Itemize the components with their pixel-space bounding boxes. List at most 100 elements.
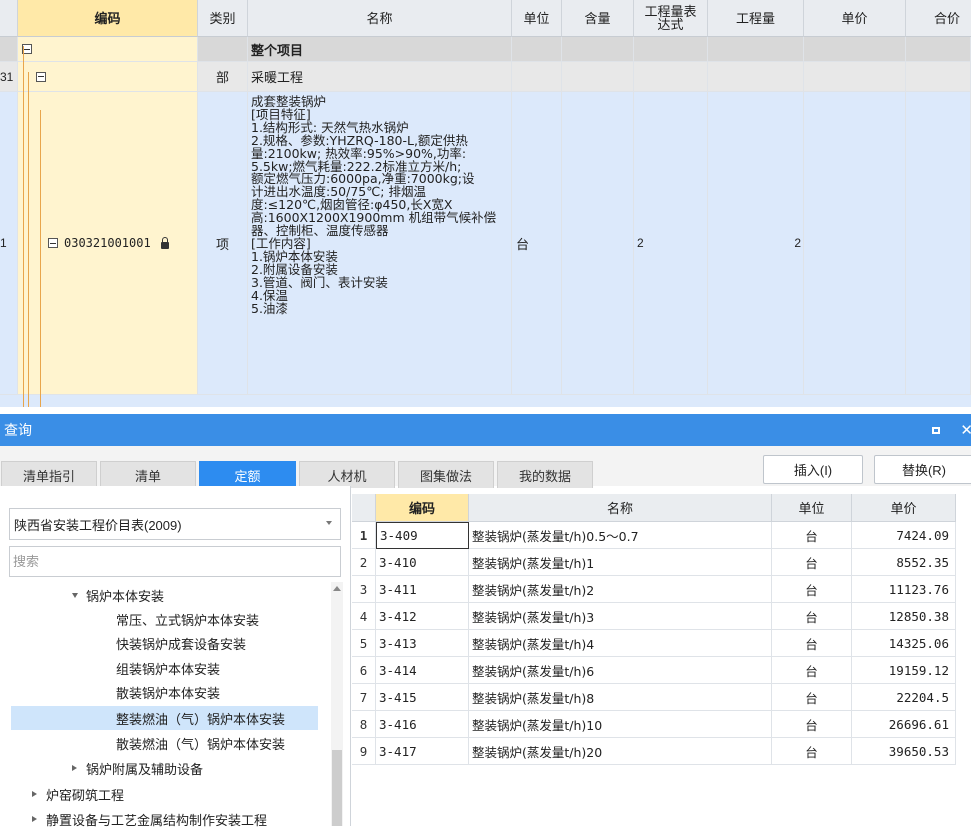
item-code-cell[interactable]: 030321001001 bbox=[18, 92, 198, 395]
collapse-toggle-icon[interactable] bbox=[36, 71, 46, 82]
header-qty-expression[interactable]: 工程量表 达式 bbox=[634, 0, 708, 37]
expand-arrow-icon[interactable] bbox=[72, 765, 77, 771]
tree-node[interactable]: 快装锅炉成套设备安装 bbox=[116, 631, 246, 655]
quota-name-cell[interactable]: 整装锅炉(蒸发量t/h)10 bbox=[469, 711, 772, 738]
item-total-cell[interactable] bbox=[906, 92, 971, 395]
quota-code-cell[interactable]: 3-410 bbox=[376, 549, 469, 576]
quota-price-cell[interactable]: 14325.06 bbox=[852, 630, 956, 657]
quota-unit-cell[interactable]: 台 bbox=[772, 711, 852, 738]
expand-arrow-icon[interactable] bbox=[32, 816, 37, 822]
project-total-cell[interactable] bbox=[906, 37, 971, 62]
next-row-partial[interactable] bbox=[0, 395, 971, 407]
quota-name-cell[interactable]: 整装锅炉(蒸发量t/h)20 bbox=[469, 738, 772, 765]
quota-price-cell[interactable]: 39650.53 bbox=[852, 738, 956, 765]
library-select[interactable]: 陕西省安装工程价目表(2009) bbox=[9, 508, 341, 540]
project-quantity-cell[interactable] bbox=[708, 37, 804, 62]
item-unit-cell[interactable]: 台 bbox=[512, 92, 562, 395]
quota-code-cell[interactable]: 3-409 bbox=[376, 522, 469, 549]
item-category-cell[interactable]: 项 bbox=[198, 92, 248, 395]
tree-node[interactable]: 组装锅炉本体安装 bbox=[116, 656, 220, 680]
quota-code-cell[interactable]: 3-413 bbox=[376, 630, 469, 657]
quota-name-cell[interactable]: 整装锅炉(蒸发量t/h)0.5～0.7 bbox=[469, 522, 772, 549]
header-price[interactable]: 单价 bbox=[852, 494, 956, 522]
quota-code-cell[interactable]: 3-411 bbox=[376, 576, 469, 603]
part-price-cell[interactable] bbox=[804, 62, 906, 92]
tree-node[interactable]: 锅炉附属及辅助设备 bbox=[72, 756, 203, 780]
tree-node[interactable]: 锅炉本体安装 bbox=[72, 583, 164, 607]
quota-unit-cell[interactable]: 台 bbox=[772, 522, 852, 549]
quota-price-cell[interactable]: 22204.5 bbox=[852, 684, 956, 711]
tree-node-selected[interactable]: 整装燃油（气）锅炉本体安装 bbox=[11, 706, 318, 730]
part-unit-cell[interactable] bbox=[512, 62, 562, 92]
header-code[interactable]: 编码 bbox=[18, 0, 198, 37]
header-name[interactable]: 名称 bbox=[469, 494, 772, 522]
quota-unit-cell[interactable]: 台 bbox=[772, 630, 852, 657]
tree-node[interactable]: 散装燃油（气）锅炉本体安装 bbox=[116, 731, 285, 755]
quota-unit-cell[interactable]: 台 bbox=[772, 738, 852, 765]
tree-scrollbar[interactable] bbox=[331, 582, 343, 826]
header-name[interactable]: 名称 bbox=[248, 0, 512, 37]
quota-unit-cell[interactable]: 台 bbox=[772, 576, 852, 603]
header-category[interactable]: 类别 bbox=[198, 0, 248, 37]
quota-price-cell[interactable]: 12850.38 bbox=[852, 603, 956, 630]
restore-icon[interactable] bbox=[932, 426, 941, 434]
tree-node[interactable]: 炉窑砌筑工程 bbox=[32, 782, 124, 806]
part-quantity-cell[interactable] bbox=[708, 62, 804, 92]
item-description-cell[interactable]: 成套整装锅炉 [项目特征] 1.结构形式: 天然气热水锅炉 2.规格、参数:YHZRQ… bbox=[248, 92, 512, 395]
project-code-cell[interactable] bbox=[18, 37, 198, 62]
quota-unit-cell[interactable]: 台 bbox=[772, 549, 852, 576]
header-unit-price[interactable]: 单价 bbox=[804, 0, 906, 37]
replace-button[interactable]: 替换(R) bbox=[874, 455, 971, 484]
header-unit[interactable]: 单位 bbox=[772, 494, 852, 522]
tab-atlas-method[interactable]: 图集做法 bbox=[398, 461, 494, 488]
quota-price-cell[interactable]: 8552.35 bbox=[852, 549, 956, 576]
item-qty-expr-cell[interactable]: 2 bbox=[634, 92, 708, 395]
tree-node[interactable]: 常压、立式锅炉本体安装 bbox=[116, 607, 259, 631]
quota-code-cell[interactable]: 3-417 bbox=[376, 738, 469, 765]
part-category-cell[interactable]: 部 bbox=[198, 62, 248, 92]
close-icon[interactable]: ✕ bbox=[960, 421, 971, 439]
quota-unit-cell[interactable]: 台 bbox=[772, 684, 852, 711]
quota-name-cell[interactable]: 整装锅炉(蒸发量t/h)2 bbox=[469, 576, 772, 603]
expand-arrow-icon[interactable] bbox=[32, 791, 37, 797]
quota-price-cell[interactable]: 19159.12 bbox=[852, 657, 956, 684]
quota-code-cell[interactable]: 3-416 bbox=[376, 711, 469, 738]
part-code-cell[interactable] bbox=[18, 62, 198, 92]
header-code[interactable]: 编码 bbox=[376, 494, 469, 522]
item-content-cell[interactable] bbox=[562, 92, 634, 395]
header-total[interactable]: 合价 bbox=[906, 0, 971, 37]
project-unit-cell[interactable] bbox=[512, 37, 562, 62]
project-qty-expr-cell[interactable] bbox=[634, 37, 708, 62]
insert-button[interactable]: 插入(I) bbox=[763, 455, 863, 484]
expand-arrow-icon[interactable] bbox=[72, 592, 78, 598]
project-name-cell[interactable]: 整个项目 bbox=[248, 37, 512, 62]
part-name-cell[interactable]: 采暖工程 bbox=[248, 62, 512, 92]
tab-bill[interactable]: 清单 bbox=[100, 461, 196, 488]
quota-price-cell[interactable]: 26696.61 bbox=[852, 711, 956, 738]
quota-price-cell[interactable]: 11123.76 bbox=[852, 576, 956, 603]
project-price-cell[interactable] bbox=[804, 37, 906, 62]
tab-quota[interactable]: 定额 bbox=[199, 461, 296, 488]
header-content[interactable]: 含量 bbox=[562, 0, 634, 37]
quota-price-cell[interactable]: 7424.09 bbox=[852, 522, 956, 549]
collapse-toggle-icon[interactable] bbox=[48, 238, 58, 248]
tab-labor-material-machine[interactable]: 人材机 bbox=[299, 461, 395, 488]
quota-unit-cell[interactable]: 台 bbox=[772, 657, 852, 684]
quota-code-cell[interactable]: 3-415 bbox=[376, 684, 469, 711]
tree-node[interactable]: 静置设备与工艺金属结构制作安装工程 bbox=[32, 807, 267, 831]
part-total-cell[interactable] bbox=[906, 62, 971, 92]
search-input[interactable] bbox=[9, 546, 341, 577]
scroll-thumb[interactable] bbox=[332, 750, 342, 826]
part-content-cell[interactable] bbox=[562, 62, 634, 92]
quota-name-cell[interactable]: 整装锅炉(蒸发量t/h)8 bbox=[469, 684, 772, 711]
quota-name-cell[interactable]: 整装锅炉(蒸发量t/h)4 bbox=[469, 630, 772, 657]
scroll-up-icon[interactable] bbox=[333, 586, 341, 591]
quota-code-cell[interactable]: 3-414 bbox=[376, 657, 469, 684]
quota-unit-cell[interactable]: 台 bbox=[772, 603, 852, 630]
header-quantity[interactable]: 工程量 bbox=[708, 0, 804, 37]
part-qty-expr-cell[interactable] bbox=[634, 62, 708, 92]
tree-node[interactable]: 散装锅炉本体安装 bbox=[116, 680, 220, 704]
item-price-cell[interactable] bbox=[804, 92, 906, 395]
project-category-cell[interactable] bbox=[198, 37, 248, 62]
item-quantity-cell[interactable]: 2 bbox=[708, 92, 804, 395]
